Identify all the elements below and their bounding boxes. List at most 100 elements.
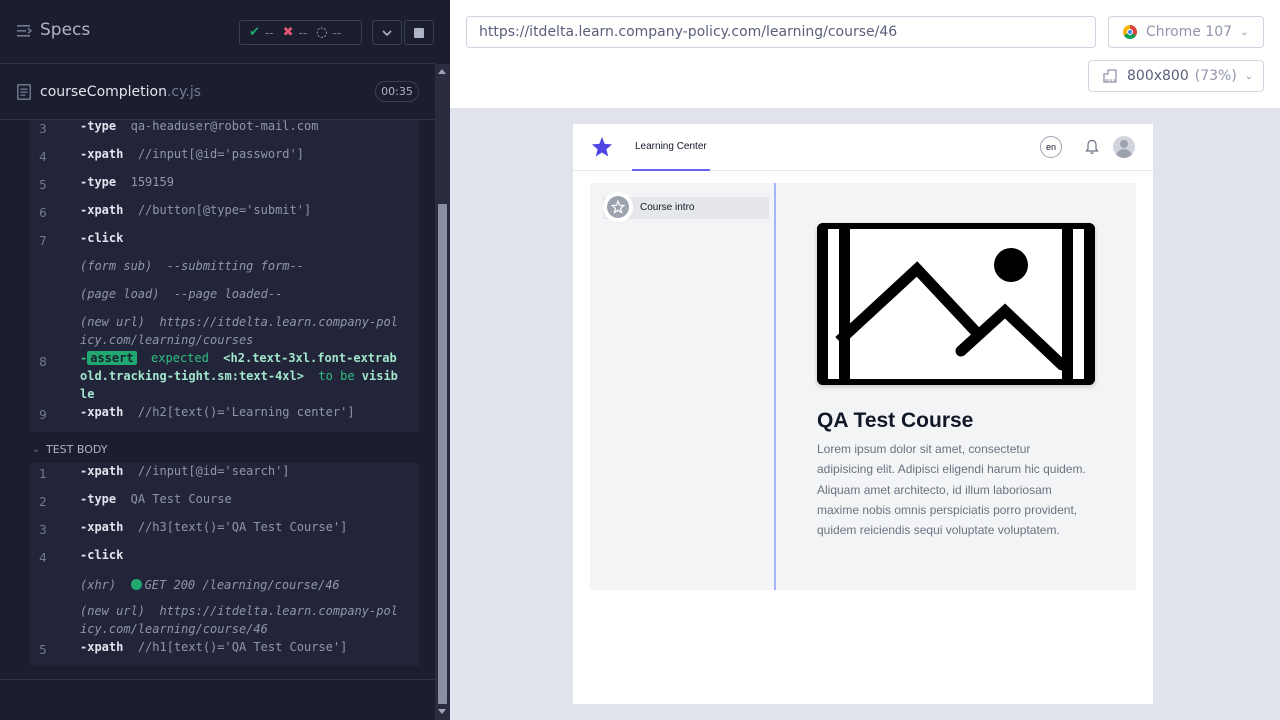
command-name: xpath — [87, 147, 124, 161]
command-name: xpath — [87, 203, 124, 217]
failed-count: -- — [298, 25, 308, 40]
assert-row[interactable]: 8 - assert expected <h2.text-3xl.font-ext… — [30, 349, 419, 403]
command-message: //h2[text()='Learning center'] — [137, 405, 355, 419]
command-name: xpath — [87, 640, 124, 654]
command-message: qa-headuser@robot-mail.com — [130, 120, 319, 133]
command-message: //input[@id='password'] — [137, 147, 304, 161]
scroll-up-arrow-icon[interactable] — [438, 69, 446, 74]
command-log-scrollbar[interactable] — [435, 64, 450, 720]
bell-icon[interactable] — [1085, 139, 1099, 155]
aut-header: https://itdelta.learn.company-policy.com… — [450, 0, 1280, 108]
command-number: 3 — [39, 523, 47, 537]
viewport-size: 800x800 — [1127, 68, 1189, 84]
event-message: GET 200 /learning/course/46 — [144, 578, 340, 592]
command-event[interactable]: (page load) --page loaded-- — [30, 285, 419, 303]
browser-selector[interactable]: Chrome 107 ⌄ — [1108, 16, 1264, 48]
command-row[interactable]: 3 -xpath //h3[text()='QA Test Course'] — [30, 518, 419, 537]
chevron-down-icon: ⌄ — [1244, 70, 1254, 82]
user-avatar[interactable] — [1113, 136, 1135, 158]
command-number: 3 — [39, 122, 47, 136]
command-name: click — [87, 548, 124, 562]
before-commands-block: 3 -type qa-headuser@robot-mail.com 4 -xp… — [30, 120, 419, 432]
command-row[interactable]: 5 -type 159159 — [30, 173, 419, 192]
command-number: 1 — [39, 467, 47, 481]
specs-list-icon[interactable] — [17, 24, 33, 38]
lesson-status-badge — [603, 192, 633, 222]
status-dot-icon — [130, 579, 142, 590]
command-name: type — [87, 175, 117, 189]
command-row[interactable]: 1 -xpath //input[@id='search'] — [30, 462, 419, 481]
command-message: //h1[text()='QA Test Course'] — [137, 640, 348, 654]
command-message: 159159 — [130, 175, 174, 189]
app-navbar: Learning Center en — [573, 124, 1153, 171]
command-row[interactable]: 2 -type QA Test Course — [30, 490, 419, 509]
command-row[interactable]: 5 -xpath //h1[text()='QA Test Course'] — [30, 638, 419, 657]
scrollbar-thumb[interactable] — [438, 204, 447, 704]
document-icon — [17, 84, 31, 100]
command-number: 5 — [39, 643, 47, 657]
passed-stat: ✔ -- — [249, 25, 274, 40]
command-row[interactable]: 7 -click — [30, 229, 419, 248]
command-row[interactable]: 6 -xpath //button[@type='submit'] — [30, 201, 419, 220]
ruler-icon — [1103, 69, 1117, 83]
aut-url-bar[interactable]: https://itdelta.learn.company-policy.com… — [466, 16, 1096, 48]
event-message: --page loaded-- — [173, 287, 283, 301]
command-event[interactable]: (new url) https://itdelta.learn.company-… — [30, 313, 419, 349]
browser-name: Chrome 107 — [1146, 24, 1233, 40]
command-name: xpath — [87, 405, 124, 419]
command-name: type — [87, 120, 117, 133]
command-number: 5 — [39, 178, 47, 192]
chevron-down-icon: ⌄ — [32, 443, 41, 455]
spec-file-header: courseCompletion.cy.js 00:35 — [0, 65, 435, 120]
viewport-selector[interactable]: 800x800 (73%) ⌄ — [1088, 60, 1264, 92]
nav-tab-learning-center[interactable]: Learning Center — [635, 141, 707, 152]
event-type: (page load) — [80, 287, 160, 301]
event-message: --submitting form-- — [166, 259, 304, 273]
spec-file-basename: courseCompletion — [40, 84, 167, 100]
command-event[interactable]: (new url) https://itdelta.learn.company-… — [30, 602, 419, 638]
chevron-down-icon: ⌄ — [1240, 26, 1249, 38]
spec-file-ext: .cy.js — [166, 84, 202, 100]
viewport-zoom: (73%) — [1194, 68, 1237, 84]
specs-title[interactable]: Specs — [40, 20, 90, 40]
command-row[interactable]: 9 -xpath //h2[text()='Learning center'] — [30, 403, 419, 422]
passed-count: -- — [264, 25, 274, 40]
sidebar-item-label: Course intro — [640, 202, 695, 213]
command-number: 2 — [39, 495, 47, 509]
language-button[interactable]: en — [1040, 136, 1062, 158]
duration-badge: 00:35 — [375, 81, 419, 102]
pending-count: -- — [332, 25, 342, 40]
stop-button[interactable] — [404, 20, 434, 45]
event-type: (new url) — [80, 604, 146, 618]
command-number: 9 — [39, 408, 47, 422]
event-type: (new url) — [80, 315, 146, 329]
command-event[interactable]: (form sub) --submitting form-- — [30, 257, 419, 275]
test-body-commands-block: 1 -xpath //input[@id='search'] 2 -type Q… — [30, 463, 419, 666]
command-name: click — [87, 231, 124, 245]
assert-badge: assert — [87, 351, 137, 365]
assert-to-be: to be — [318, 369, 355, 383]
content-divider — [774, 183, 776, 590]
spec-file-name[interactable]: courseCompletion.cy.js — [40, 84, 201, 100]
failed-stat: ✖ -- — [283, 25, 308, 40]
command-log: 3 -type qa-headuser@robot-mail.com 4 -xp… — [0, 120, 435, 680]
command-row[interactable]: 4 -click — [30, 546, 419, 565]
command-number: 8 — [39, 355, 47, 369]
command-row[interactable]: 4 -xpath //input[@id='password'] — [30, 145, 419, 164]
reporter-header: Specs ✔ -- ✖ -- ◌ -- — [0, 0, 435, 64]
reporter-panel: Specs ✔ -- ✖ -- ◌ -- courseCompletion.cy… — [0, 0, 450, 720]
scroll-down-arrow-icon[interactable] — [438, 709, 446, 714]
star-logo-icon[interactable] — [591, 136, 613, 158]
command-number: 4 — [39, 551, 47, 565]
command-message: //button[@type='submit'] — [137, 203, 312, 217]
command-name: type — [87, 492, 117, 506]
command-name: xpath — [87, 520, 124, 534]
test-body-section-header[interactable]: ⌄ TEST BODY — [30, 437, 419, 461]
command-name: xpath — [87, 464, 124, 478]
command-row[interactable]: 3 -type qa-headuser@robot-mail.com — [30, 120, 419, 136]
spinner-icon: ◌ — [316, 25, 328, 40]
command-event[interactable]: (xhr) GET 200 /learning/course/46 — [30, 576, 419, 594]
assert-expected: expected — [151, 351, 209, 365]
collapse-button[interactable] — [372, 20, 402, 45]
command-message: //input[@id='search'] — [137, 464, 290, 478]
